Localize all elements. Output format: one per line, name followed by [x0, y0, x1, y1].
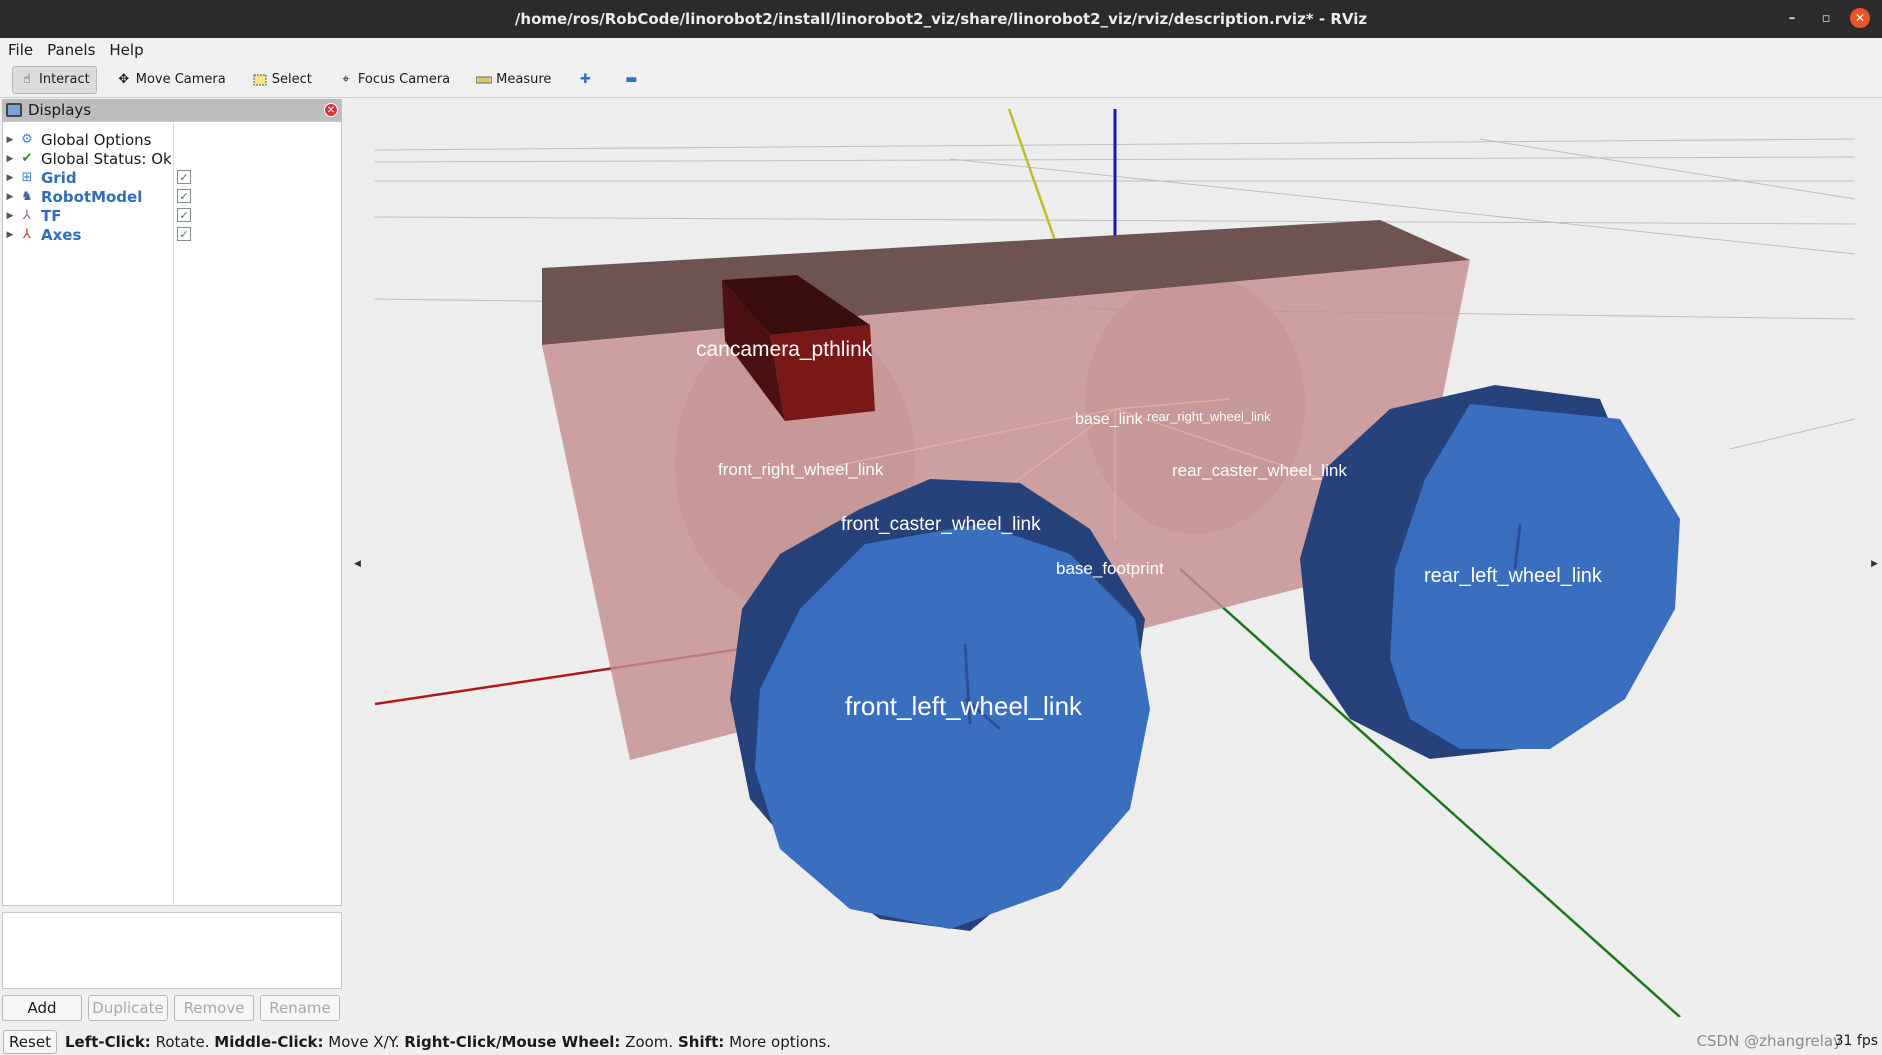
add-button[interactable]: Add [2, 995, 82, 1021]
focus-camera-tool-button[interactable]: ⌖ Focus Camera [331, 66, 457, 94]
add-tool-button[interactable]: ✚ [570, 66, 604, 94]
property-description-box [2, 912, 342, 989]
grid-checkbox[interactable]: ✓ [177, 170, 191, 184]
expand-arrow-icon[interactable]: ▶ [3, 192, 17, 202]
tool-bar: ☝ Interact ✥ Move Camera Select ⌖ Focus … [0, 62, 1882, 98]
left-click-key: Left-Click: [65, 1033, 151, 1051]
gear-icon: ⚙ [21, 132, 33, 147]
select-tool-button[interactable]: Select [245, 66, 319, 94]
minimize-icon[interactable]: – [1782, 8, 1802, 28]
status-bar: Reset Left-Click: Rotate. Middle-Click: … [0, 1029, 1882, 1055]
expand-arrow-icon[interactable]: ▶ [3, 154, 17, 164]
rename-button[interactable]: Rename [260, 995, 340, 1021]
fps-readout: 31 fps [1834, 1033, 1878, 1049]
displays-title: Displays [28, 101, 92, 119]
maximize-icon[interactable]: ▫ [1816, 8, 1836, 28]
focus-camera-label: Focus Camera [357, 72, 451, 87]
axes-checkbox[interactable]: ✓ [177, 227, 191, 241]
label-rear-left-wheel: rear_left_wheel_link [1424, 565, 1603, 587]
checkmark-icon: ✔ [21, 151, 33, 166]
hand-icon: ☝ [23, 72, 31, 87]
duplicate-button[interactable]: Duplicate [88, 995, 168, 1021]
right-click-key: Right-Click/Mouse Wheel: [404, 1033, 621, 1051]
shift-key: Shift: [677, 1033, 725, 1051]
render-viewport[interactable]: ◀ ▶ cancamera_pthlink base_link rear_rig… [350, 99, 1882, 1017]
grid-icon: ⊞ [21, 170, 33, 185]
expand-arrow-icon[interactable]: ▶ [3, 135, 17, 145]
tree-item-tf[interactable]: ▶ ⅄ TF ✓ [3, 206, 343, 225]
tree-item-label: Grid [41, 168, 77, 187]
shift-value: More options. [729, 1033, 832, 1051]
displays-tree: ▶ ⚙ Global Options ▶ ✔ Global Status: Ok… [2, 121, 343, 907]
menu-panels[interactable]: Panels [47, 41, 95, 59]
label-front-right-wheel: front_right_wheel_link [718, 460, 884, 479]
tree-item-axes[interactable]: ▶ ⅄ Axes ✓ [3, 225, 343, 244]
tree-item-global-options[interactable]: ▶ ⚙ Global Options [3, 130, 343, 149]
tree-item-label: RobotModel [41, 187, 143, 206]
remove-tool-button[interactable]: ▬ [616, 66, 650, 94]
minus-icon: ▬ [625, 72, 638, 87]
expand-arrow-icon[interactable]: ▶ [3, 211, 17, 221]
menu-help[interactable]: Help [109, 41, 143, 59]
tf-icon: ⅄ [23, 208, 31, 223]
middle-click-value: Move X/Y. [328, 1033, 400, 1051]
close-panel-icon[interactable]: ✕ [324, 103, 338, 117]
label-front-caster-wheel: front_caster_wheel_link [841, 514, 1041, 535]
tf-checkbox[interactable]: ✓ [177, 208, 191, 222]
measure-label: Measure [496, 72, 552, 87]
focus-icon: ⌖ [342, 72, 350, 87]
tree-item-global-status[interactable]: ▶ ✔ Global Status: Ok [3, 149, 343, 168]
tree-item-robotmodel[interactable]: ▶ ♞ RobotModel ✓ [3, 187, 343, 206]
robotmodel-checkbox[interactable]: ✓ [177, 189, 191, 203]
plus-icon: ✚ [579, 72, 591, 87]
select-label: Select [271, 72, 312, 87]
label-rear-caster-wheel: rear_caster_wheel_link [1172, 461, 1347, 480]
window-titlebar: /home/ros/RobCode/linorobot2/install/lin… [0, 0, 1882, 38]
menu-file[interactable]: File [8, 41, 33, 59]
tree-item-label: Global Status: Ok [41, 149, 172, 168]
interact-tool-button[interactable]: ☝ Interact [12, 65, 97, 94]
displays-button-row: Add Duplicate Remove Rename [2, 995, 340, 1021]
reset-button[interactable]: Reset [3, 1030, 57, 1054]
monitor-icon [6, 103, 22, 117]
window-title: /home/ros/RobCode/linorobot2/install/lin… [514, 10, 1368, 28]
watermark: CSDN @zhangrelay [1696, 1032, 1842, 1050]
label-base-footprint: base_footprint [1056, 559, 1164, 578]
ruler-icon [476, 72, 493, 88]
measure-tool-button[interactable]: Measure [469, 66, 558, 94]
label-rear-right-wheel: rear_right_wheel_link [1147, 409, 1271, 424]
tree-item-label: TF [41, 206, 62, 225]
close-icon[interactable]: ✕ [1850, 8, 1870, 28]
displays-header: Displays ✕ [2, 99, 342, 121]
tree-item-grid[interactable]: ▶ ⊞ Grid ✓ [3, 168, 343, 187]
move-icon: ✥ [118, 72, 130, 87]
left-click-value: Rotate. [155, 1033, 210, 1051]
expand-arrow-icon[interactable]: ▶ [3, 173, 17, 183]
right-click-value: Zoom. [625, 1033, 674, 1051]
move-camera-label: Move Camera [135, 72, 226, 87]
scene-canvas: cancamera_pthlink base_link rear_right_w… [374, 108, 1856, 1017]
displays-panel: Displays ✕ ▶ ⚙ Global Options ▶ ✔ Global… [0, 99, 344, 1029]
robot-icon: ♞ [21, 189, 33, 204]
move-camera-tool-button[interactable]: ✥ Move Camera [109, 66, 233, 94]
remove-button[interactable]: Remove [174, 995, 254, 1021]
tree-item-label: Global Options [41, 130, 152, 149]
middle-click-key: Middle-Click: [214, 1033, 324, 1051]
interact-label: Interact [39, 72, 90, 87]
label-front-left-wheel: front_left_wheel_link [845, 691, 1083, 721]
axes-icon: ⅄ [23, 227, 31, 242]
label-base-link: base_link [1075, 411, 1144, 428]
select-icon [252, 72, 268, 88]
label-camera-link: cancamera_pthlink [696, 338, 873, 361]
tree-item-label: Axes [41, 225, 82, 244]
menu-bar: File Panels Help [0, 38, 1882, 62]
expand-arrow-icon[interactable]: ▶ [3, 230, 17, 240]
